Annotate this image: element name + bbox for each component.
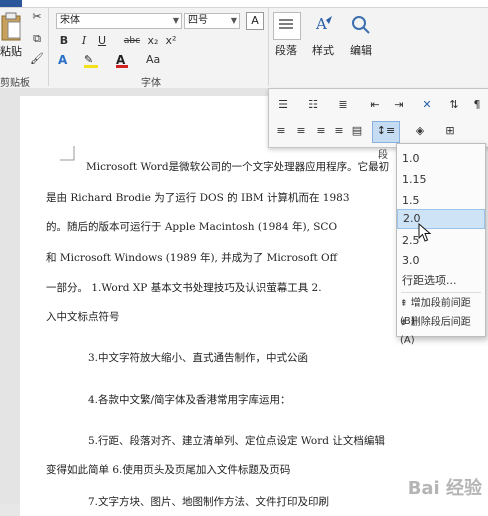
align-right-icon[interactable]: ≡ [314, 124, 328, 138]
menu-item-remove-space-after[interactable]: ⇟ 删除段后间距(A) [397, 314, 485, 346]
paste-button[interactable]: 粘贴 [0, 12, 24, 62]
add-space-icon: ⇞ [400, 299, 408, 309]
editing-button[interactable] [348, 12, 374, 38]
font-color-icon[interactable]: A [116, 53, 130, 68]
styles-icon: A [315, 15, 332, 33]
align-center-icon[interactable]: ≡ [294, 124, 308, 138]
menu-item-2-5[interactable]: 2.5 [397, 232, 485, 250]
paragraph-label: 段落 [275, 44, 297, 57]
paragraph-panel-label: 段 [378, 150, 388, 161]
file-tab[interactable]: 文件 [0, 0, 22, 7]
chevron-down-icon: ▼ [230, 16, 237, 25]
remove-space-icon: ⇟ [400, 318, 408, 328]
menu-item-line-spacing-options[interactable]: 行距选项... [397, 272, 485, 290]
shading-icon[interactable]: ◈ [410, 124, 430, 138]
multilevel-list-icon[interactable]: ≣ [334, 98, 352, 112]
menu-item-add-space-before[interactable]: ⇞ 增加段前间距(B) [397, 295, 485, 327]
doc-line: 5.行距、段落对齐、建立清单列、定位点设定 Word 让文档编辑 [88, 435, 385, 447]
clipboard-group-label: 剪贴板 [0, 78, 30, 89]
justify-icon[interactable]: ≡ [332, 124, 346, 138]
clipboard-icon [1, 12, 21, 41]
chinese-layout-icon[interactable]: ✕ [418, 98, 436, 112]
paragraph-icon [279, 19, 293, 29]
text-effects-icon[interactable]: A [58, 53, 72, 67]
increase-indent-icon[interactable]: ⇥ [390, 98, 408, 112]
paragraph-button[interactable] [273, 12, 301, 40]
underline-button[interactable]: U [96, 34, 108, 48]
line-spacing-button[interactable]: ↕≡ [372, 121, 400, 143]
group-separator [268, 8, 269, 86]
menu-item-1-15[interactable]: 1.15 [397, 171, 485, 189]
show-marks-icon[interactable]: ¶ [470, 98, 484, 112]
editing-label: 编辑 [350, 44, 372, 57]
line-spacing-menu: 1.0 1.15 1.5 2.0 2.5 3.0 行距选项... ⇞ 增加段前间… [396, 143, 486, 346]
highlight-color-icon[interactable]: ✎ [84, 53, 100, 68]
strikethrough-button[interactable]: abc [122, 34, 142, 48]
watermark: Bai 经验 [407, 478, 482, 499]
borders-icon[interactable]: ⊞ [440, 124, 460, 138]
sort-icon[interactable]: ⇅ [446, 98, 462, 112]
margin-mark [60, 146, 75, 161]
font-a-label: A [251, 14, 259, 27]
doc-line: 4.各款中文繁/简字体及香港常用字库运用： [88, 394, 291, 406]
menu-item-3-0[interactable]: 3.0 [397, 252, 485, 270]
font-group-label: 字体 [141, 78, 161, 89]
distributed-icon[interactable]: ▤ [350, 124, 364, 138]
font-size-grow-icon[interactable]: Aa [146, 53, 160, 66]
menu-item-1-5[interactable]: 1.5 [397, 192, 485, 210]
doc-line: 3.中文字符放大缩小、直式通告制作，中式公函 [88, 352, 309, 364]
decrease-indent-icon[interactable]: ⇤ [366, 98, 384, 112]
bullets-icon[interactable]: ☰ [274, 98, 292, 112]
copy-icon[interactable]: ⧉ [30, 32, 44, 46]
svg-text:A: A [315, 15, 327, 33]
font-name-value: 宋体 [60, 15, 80, 26]
cut-icon[interactable]: ✂ [30, 10, 44, 24]
editing-icon [352, 16, 370, 34]
font-size-value: 四号 [188, 15, 208, 26]
align-left-icon[interactable]: ≡ [274, 124, 288, 138]
subscript-button[interactable]: x₂ [146, 34, 160, 48]
chevron-down-icon: ▼ [172, 16, 179, 25]
tab-strip [0, 0, 488, 8]
styles-button[interactable]: A [310, 12, 336, 38]
font-dialog-a-button[interactable]: A [246, 12, 264, 30]
font-name-combo[interactable]: 宋体 ▼ [56, 13, 182, 29]
superscript-button[interactable]: x² [164, 34, 178, 48]
menu-divider [401, 292, 481, 293]
group-separator [48, 8, 49, 86]
bold-button[interactable]: B [58, 34, 70, 48]
menu-item-2-0[interactable]: 2.0 [397, 209, 485, 229]
menu-item-1-0[interactable]: 1.0 [397, 150, 485, 168]
numbering-icon[interactable]: ☷ [304, 98, 322, 112]
styles-label: 样式 [312, 44, 334, 57]
format-painter-icon[interactable]: 🖌 [30, 52, 44, 66]
paste-label: 粘贴 [0, 45, 22, 58]
mouse-cursor-icon [418, 223, 432, 242]
italic-button[interactable]: I [78, 34, 90, 48]
font-size-combo[interactable]: 四号 ▼ [184, 13, 240, 29]
